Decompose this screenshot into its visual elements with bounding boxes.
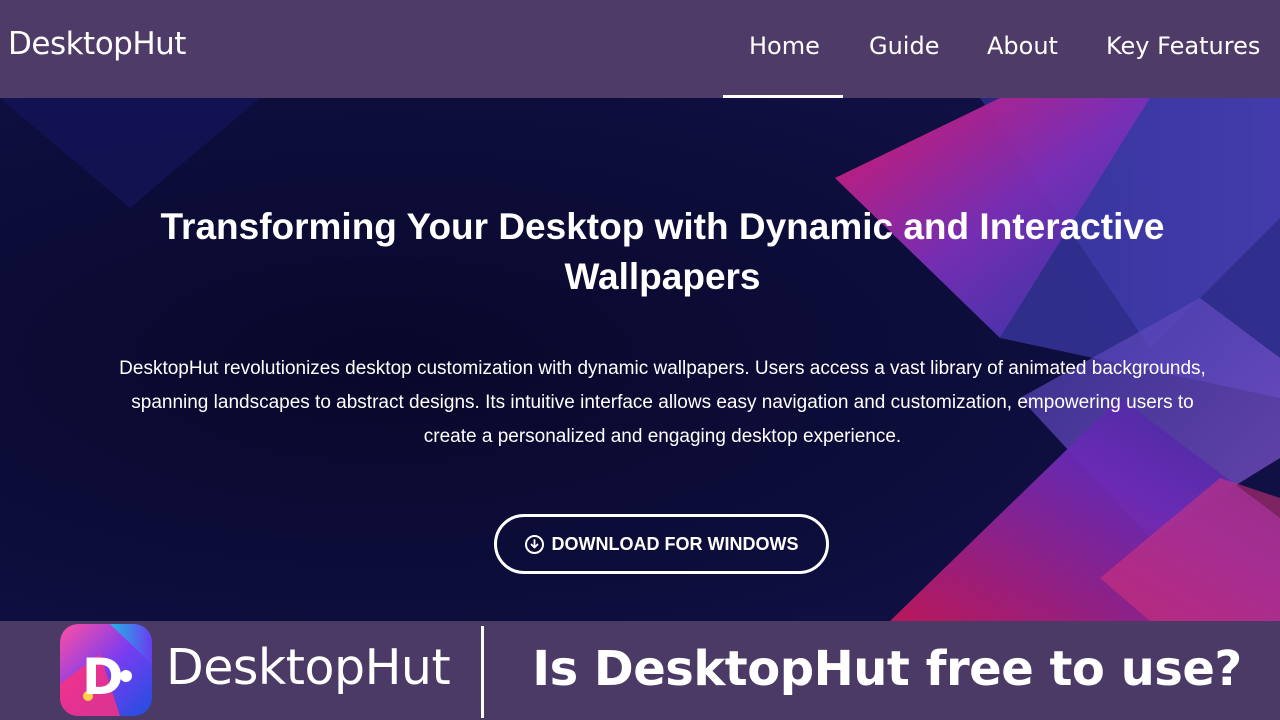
- banner-divider: [481, 626, 484, 718]
- download-for-windows-button[interactable]: DOWNLOAD FOR WINDOWS: [494, 514, 829, 574]
- hero-title-line1: Transforming Your Desktop with Dynamic a…: [160, 206, 1165, 247]
- nav-item-guide[interactable]: Guide: [869, 32, 939, 60]
- hero-title: Transforming Your Desktop with Dynamic a…: [90, 202, 1235, 302]
- banner-question: Is DesktopHut free to use?: [532, 641, 1242, 697]
- hero-description: DesktopHut revolutionizes desktop custom…: [60, 352, 1265, 454]
- nav-item-key-features[interactable]: Key Features: [1106, 32, 1260, 60]
- hero-description-line3: create a personalized and engaging deskt…: [423, 426, 902, 447]
- nav-item-home[interactable]: Home: [749, 32, 820, 60]
- banner-brand: DesktopHut: [166, 639, 451, 696]
- download-circle-icon: [524, 534, 544, 554]
- hero-section: Transforming Your Desktop with Dynamic a…: [0, 98, 1280, 621]
- hero-title-line2: Wallpapers: [564, 256, 761, 297]
- nav-item-about[interactable]: About: [987, 32, 1058, 60]
- desktophut-app-logo-icon: D: [60, 624, 152, 716]
- top-navbar: DesktopHut Home Guide About Key Features: [0, 0, 1280, 98]
- app-logo-letter: D: [82, 648, 124, 706]
- bottom-banner: D DesktopHut Is DesktopHut free to use?: [0, 621, 1280, 720]
- hero-description-line2: spanning landscapes to abstract designs.…: [131, 392, 1194, 413]
- download-button-label: DOWNLOAD FOR WINDOWS: [551, 533, 799, 554]
- hero-description-line1: DesktopHut revolutionizes desktop custom…: [119, 358, 1206, 379]
- site-brand[interactable]: DesktopHut: [8, 26, 186, 62]
